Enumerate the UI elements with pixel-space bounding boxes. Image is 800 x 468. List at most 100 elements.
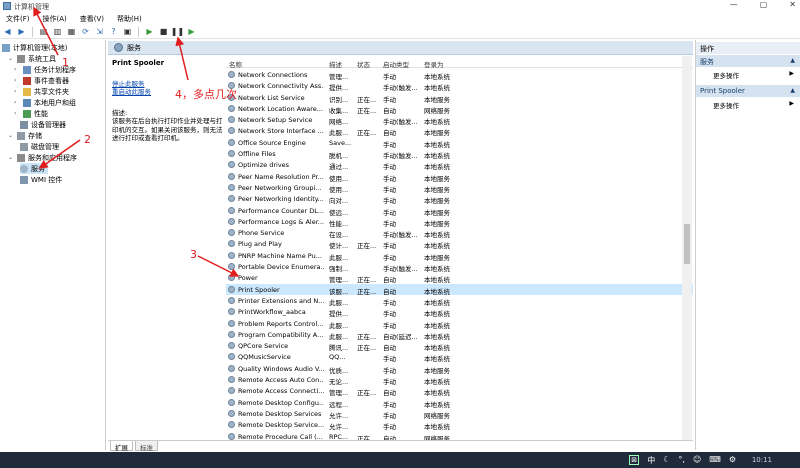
tree-item-performance[interactable]: › 性能 xyxy=(14,108,48,119)
service-row[interactable]: Remote Access Auto Con... 无论... 手动 本地系统 xyxy=(226,374,693,386)
tab-standard[interactable]: 标准 xyxy=(135,441,158,452)
service-row[interactable]: Remote Desktop Service... 允许... 手动 本地系统 xyxy=(226,419,693,431)
tree-item-device-manager[interactable]: 设备管理器 xyxy=(20,119,66,130)
service-row[interactable]: Optimize drives 通过... 手动 本地系统 xyxy=(226,159,693,171)
service-row[interactable]: Problem Reports Control... 此服... 手动 本地系统 xyxy=(226,318,693,330)
tree-item-services-and-apps[interactable]: ⌄ 服务和应用程序 xyxy=(8,152,77,163)
settings-icon[interactable]: ⚙ xyxy=(729,455,736,466)
input-mode-icon[interactable]: ⊠ xyxy=(629,455,640,465)
service-row[interactable]: PrintWorkflow_aabca 提供... 手动 本地系统 xyxy=(226,306,693,318)
chevron-right-icon[interactable]: › xyxy=(14,66,20,73)
restart-service-icon[interactable]: ▶ xyxy=(186,26,197,37)
close-button[interactable]: ✕ xyxy=(789,0,796,9)
service-row[interactable]: Offline Files 脱机... 手动(触发... 本地系统 xyxy=(226,148,693,160)
actions-group-services[interactable]: 服务 ▲ xyxy=(696,55,800,67)
collapse-icon[interactable]: ▲ xyxy=(790,57,795,64)
scrollbar-thumb[interactable] xyxy=(684,224,690,264)
service-row[interactable]: Network Location Aware... 收集... 正在... 自动 网络服… xyxy=(226,103,693,115)
tree-item-wmi[interactable]: WMI 控件 xyxy=(20,174,62,185)
service-row[interactable]: Performance Logs & Aler... 性能... 手动 本地服务 xyxy=(226,216,693,228)
chevron-down-icon[interactable]: ⌄ xyxy=(8,154,14,161)
service-row[interactable]: Portable Device Enumera... 强制... 手动(触发... 本… xyxy=(226,261,693,273)
gear-icon xyxy=(228,330,235,338)
back-icon[interactable]: ◀ xyxy=(2,26,13,37)
tab-extended[interactable]: 扩展 xyxy=(110,441,133,452)
service-row[interactable]: Network Connectivity Ass... 提供... 手动(触发...… xyxy=(226,80,693,92)
forward-icon[interactable]: ▶ xyxy=(16,26,27,37)
refresh-icon[interactable]: ⟳ xyxy=(80,26,91,37)
service-row[interactable]: Network Store Interface ... 此服... 正在... 自动本… xyxy=(226,125,693,137)
service-row[interactable]: Peer Networking Identity... 向对... 手动 本地服务 xyxy=(226,193,693,205)
chevron-right-icon[interactable]: ▶ xyxy=(789,100,794,107)
menu-action[interactable]: 操作(A) xyxy=(37,12,74,24)
service-row[interactable]: Power 管理... 正在... 自动 本地系统 xyxy=(226,272,693,284)
console-tree-icon[interactable]: ▥ xyxy=(52,26,63,37)
service-row[interactable]: Remote Access Connecti... 管理... 正在... 自动 本地系… xyxy=(226,385,693,397)
service-row[interactable]: Print Spooler 该服... 正在... 自动 本地系统 xyxy=(226,283,693,296)
service-row[interactable]: PNRP Machine Name Pu... 此服... 手动 本地服务 xyxy=(226,250,693,262)
menu-view[interactable]: 查看(V) xyxy=(74,12,111,24)
chevron-down-icon[interactable]: ⌄ xyxy=(8,55,14,62)
folder-icon[interactable]: ▤ xyxy=(38,26,49,37)
column-description[interactable]: 描述 xyxy=(329,59,342,69)
service-row[interactable]: QQMusicService QQ... 手动 本地系统 xyxy=(226,351,693,363)
more-actions-print-spooler[interactable]: 更多操作 xyxy=(713,100,739,110)
service-row[interactable]: Remote Desktop Services 允许... 手动 网络服务 xyxy=(226,408,693,420)
export-icon[interactable]: ⇲ xyxy=(94,26,105,37)
ime-indicator[interactable]: 中 xyxy=(647,455,655,466)
tree-item-event-viewer[interactable]: › 事件查看器 xyxy=(14,75,69,86)
help-icon[interactable]: ? xyxy=(108,26,119,37)
service-row[interactable]: Network Connections 管理... 手动 本地系统 xyxy=(226,69,693,81)
tree-item-services[interactable]: 服务 xyxy=(20,163,48,174)
service-row[interactable]: Network Setup Service 网络... 手动(触发... 本地系统 xyxy=(226,114,693,126)
column-status[interactable]: 状态 xyxy=(357,59,370,69)
tree-item-system-tools[interactable]: ⌄ 系统工具 xyxy=(8,53,56,64)
more-actions-services[interactable]: 更多操作 xyxy=(713,70,739,80)
service-row[interactable]: Program Compatibility A... 此服... 正在... 自动(延… xyxy=(226,329,693,341)
menu-help[interactable]: 帮助(H) xyxy=(111,12,149,24)
chevron-right-icon[interactable]: › xyxy=(14,88,20,95)
start-service-icon[interactable]: ▶ xyxy=(144,26,155,37)
stop-service-icon[interactable]: ■ xyxy=(158,26,169,37)
column-startup-type[interactable]: 启动类型 xyxy=(383,59,409,69)
keyboard-icon[interactable]: ⌨ xyxy=(709,455,721,466)
service-row[interactable]: Remote Desktop Configu... 远程... 手动 本地系统 xyxy=(226,397,693,409)
chevron-right-icon[interactable]: ▶ xyxy=(789,70,794,77)
service-row[interactable]: Office Source Engine Save... 手动 本地系统 xyxy=(226,137,693,149)
service-row[interactable]: QPCore Service 腾讯... 正在... 自动 本地系统 xyxy=(226,340,693,352)
chevron-right-icon[interactable]: › xyxy=(14,77,20,84)
service-row[interactable]: Network List Service 识别... 正在... 手动 本地服务 xyxy=(226,92,693,104)
chevron-down-icon[interactable]: ⌄ xyxy=(8,132,14,139)
service-row[interactable]: Phone Service 在设... 手动(触发... 本地系统 xyxy=(226,227,693,239)
pause-service-icon[interactable]: ❚❚ xyxy=(171,26,184,37)
chevron-right-icon[interactable]: › xyxy=(14,99,20,106)
service-row[interactable]: Quality Windows Audio V... 优质... 手动 本地服务 xyxy=(226,363,693,375)
clock[interactable]: 10:11 xyxy=(752,456,772,464)
actions-group-print-spooler[interactable]: Print Spooler ▲ xyxy=(696,85,800,97)
tree-item-storage[interactable]: ⌄ 存储 xyxy=(8,130,42,141)
moon-icon[interactable]: ☾ xyxy=(663,455,670,466)
chevron-right-icon[interactable]: › xyxy=(14,110,20,117)
service-row[interactable]: Peer Networking Groupi... 使用... 手动 本地服务 xyxy=(226,182,693,194)
collapse-icon[interactable]: ▲ xyxy=(790,87,795,94)
minimize-button[interactable]: — xyxy=(730,0,738,9)
service-row[interactable]: Peer Name Resolution Pr... 使用... 手动 本地服务 xyxy=(226,171,693,183)
tree-item-local-users[interactable]: › 本地用户和组 xyxy=(14,97,76,108)
service-row[interactable]: Remote Procedure Call (... RPC... 正在... 自动 网… xyxy=(226,431,693,440)
properties-icon[interactable]: ▦ xyxy=(66,26,77,37)
service-row[interactable]: Plug and Play 使计... 正在... 手动 本地系统 xyxy=(226,238,693,250)
vertical-scrollbar[interactable] xyxy=(682,56,692,440)
tree-item-disk-management[interactable]: 磁盘管理 xyxy=(20,141,59,152)
tree-item-computer-management[interactable]: 计算机管理(本地) xyxy=(2,42,67,53)
service-row[interactable]: Printer Extensions and N... 此服... 手动 本地系统 xyxy=(226,295,693,307)
service-row[interactable]: Performance Counter DL... 使远... 手动 本地服务 xyxy=(226,205,693,217)
maximize-button[interactable]: ▢ xyxy=(760,0,768,9)
column-name[interactable]: 名称 xyxy=(229,59,242,69)
list-icon[interactable]: ▣ xyxy=(122,26,133,37)
tree-item-shared-folders[interactable]: › 共享文件夹 xyxy=(14,86,69,97)
service-name: PrintWorkflow_aabca xyxy=(238,308,306,317)
menu-file[interactable]: 文件(F) xyxy=(0,12,37,24)
column-log-on-as[interactable]: 登录为 xyxy=(424,59,444,69)
punctuation-indicator[interactable]: °, xyxy=(678,455,685,466)
emoji-icon[interactable]: ☺ xyxy=(693,455,701,466)
